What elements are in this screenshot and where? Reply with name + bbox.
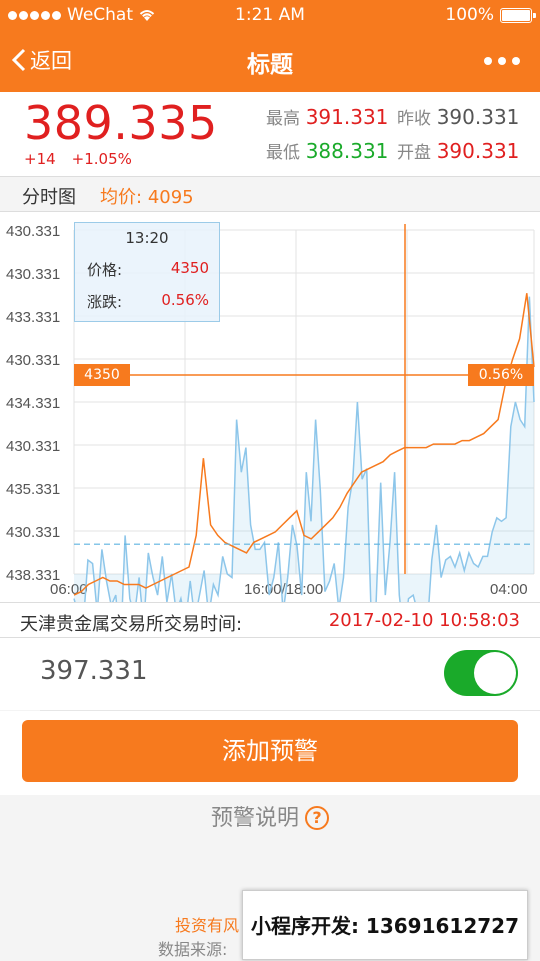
tooltip-price: 4350 xyxy=(170,259,209,277)
average-label: 均价: xyxy=(100,187,143,208)
quote-stats: 最高 391.331 昨收 390.331 最低 388.331 开盘 390.… xyxy=(266,104,528,172)
nav-bar: 返回 标题 xyxy=(0,30,540,92)
y-tick-label: 430.331 xyxy=(6,266,60,283)
quote-header: 389.335 +14 +1.05% 最高 391.331 昨收 390.331… xyxy=(0,92,540,176)
y-tick-label: 434.331 xyxy=(6,395,60,412)
intraday-chart[interactable]: 430.331 430.331 433.331 430.331 434.331 430.3… xyxy=(0,212,540,602)
toggle-knob xyxy=(474,652,516,694)
more-button[interactable] xyxy=(484,57,520,65)
change-percent: +1.05% xyxy=(71,150,132,168)
average-value: 4095 xyxy=(147,187,194,208)
tooltip-price-label: 价格: xyxy=(87,261,123,279)
low-label: 最低 xyxy=(266,143,300,163)
open-label: 开盘 xyxy=(397,143,431,163)
high-label: 最高 xyxy=(266,109,300,129)
chart-tooltip: 13:20 价格: 4350 涨跌: 0.56% xyxy=(74,222,220,322)
price-change: +14 +1.05% xyxy=(24,150,132,168)
battery: 100% xyxy=(445,5,536,25)
prev-close-value: 390.331 xyxy=(436,105,520,129)
alert-help[interactable]: 预警说明? xyxy=(0,800,540,832)
alert-toggle[interactable] xyxy=(444,650,518,696)
help-label: 预警说明 xyxy=(210,806,299,831)
page-title: 标题 xyxy=(247,52,293,78)
x-tick-label: 04:00 xyxy=(490,581,528,598)
tooltip-time: 13:20 xyxy=(125,229,169,247)
y-tick-label: 430.331 xyxy=(6,352,60,369)
y-tick-label: 430.331 xyxy=(6,223,60,240)
y-tick-label: 430.331 xyxy=(6,524,60,541)
y-tick-label: 430.331 xyxy=(6,438,60,455)
tooltip-change: 0.56% xyxy=(161,291,209,309)
chart-tab-bar: 分时图 均价: 4095 xyxy=(0,176,540,212)
session-time-row: 天津贵金属交易所交易时间: 2017-02-10 10:58:03 xyxy=(0,602,540,638)
y-tick-label: 433.331 xyxy=(6,309,60,326)
battery-percent: 100% xyxy=(445,5,494,25)
alert-price: 397.331 xyxy=(40,656,148,686)
add-alert-button[interactable]: 添加预警 xyxy=(22,720,518,782)
open-value: 390.331 xyxy=(436,139,520,163)
average-price: 均价: 4095 xyxy=(100,183,194,209)
crosshair-change-label: 0.56% xyxy=(468,364,534,386)
data-source: 数据来源: xyxy=(158,940,228,959)
status-bar: WeChat 1:21 AM 100% xyxy=(0,0,540,30)
risk-notice: 投资有风 xyxy=(175,916,240,935)
question-icon: ? xyxy=(305,806,329,830)
crosshair-price-label: 4350 xyxy=(74,364,130,386)
tab-timeshare[interactable]: 分时图 xyxy=(22,183,76,209)
price-area xyxy=(74,296,534,602)
prev-close-label: 昨收 xyxy=(397,109,431,129)
low-value: 388.331 xyxy=(305,139,389,163)
session-time-value: 2017-02-10 10:58:03 xyxy=(328,610,520,631)
battery-icon xyxy=(500,7,536,23)
alert-row: 397.331 xyxy=(0,638,540,710)
high-value: 391.331 xyxy=(305,105,389,129)
current-price: 389.335 xyxy=(24,96,218,150)
tooltip-change-label: 涨跌: xyxy=(87,293,123,311)
y-tick-label: 435.331 xyxy=(6,481,60,498)
session-time-label: 天津贵金属交易所交易时间: xyxy=(20,614,243,635)
change-amount: +14 xyxy=(24,150,56,168)
promo-banner: 小程序开发: 13691612727 xyxy=(242,890,528,960)
